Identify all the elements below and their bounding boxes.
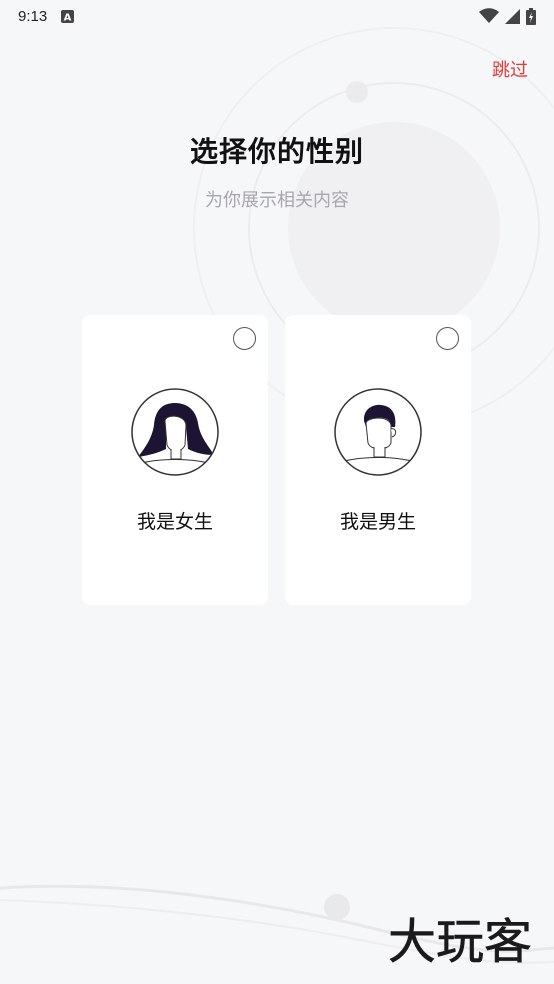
female-label: 我是女生	[136, 511, 213, 533]
status-time: 9:13	[18, 7, 48, 25]
status-bar: 9:13 A	[0, 0, 554, 32]
signal-icon	[505, 8, 520, 24]
a-notification-icon: A	[61, 9, 75, 23]
male-option-card[interactable]: 我是男生	[285, 315, 471, 605]
page-title: 选择你的性别	[189, 135, 364, 168]
male-label: 我是男生	[339, 511, 416, 533]
skip-button[interactable]: 跳过	[492, 56, 528, 82]
female-option-card[interactable]: 我是女生	[82, 315, 268, 605]
male-radio[interactable]	[436, 327, 459, 350]
wifi-icon	[479, 8, 499, 23]
svg-text:大玩客: 大玩客	[388, 914, 532, 970]
female-avatar-icon	[131, 388, 219, 476]
male-avatar-icon	[334, 388, 422, 476]
female-radio[interactable]	[233, 327, 256, 350]
status-left: 9:13 A	[18, 7, 75, 25]
status-right	[479, 7, 536, 25]
page-subtitle: 为你展示相关内容	[205, 190, 349, 211]
svg-text:A: A	[64, 12, 72, 23]
battery-icon	[526, 7, 536, 25]
watermark-logo: 大玩客	[388, 914, 533, 970]
